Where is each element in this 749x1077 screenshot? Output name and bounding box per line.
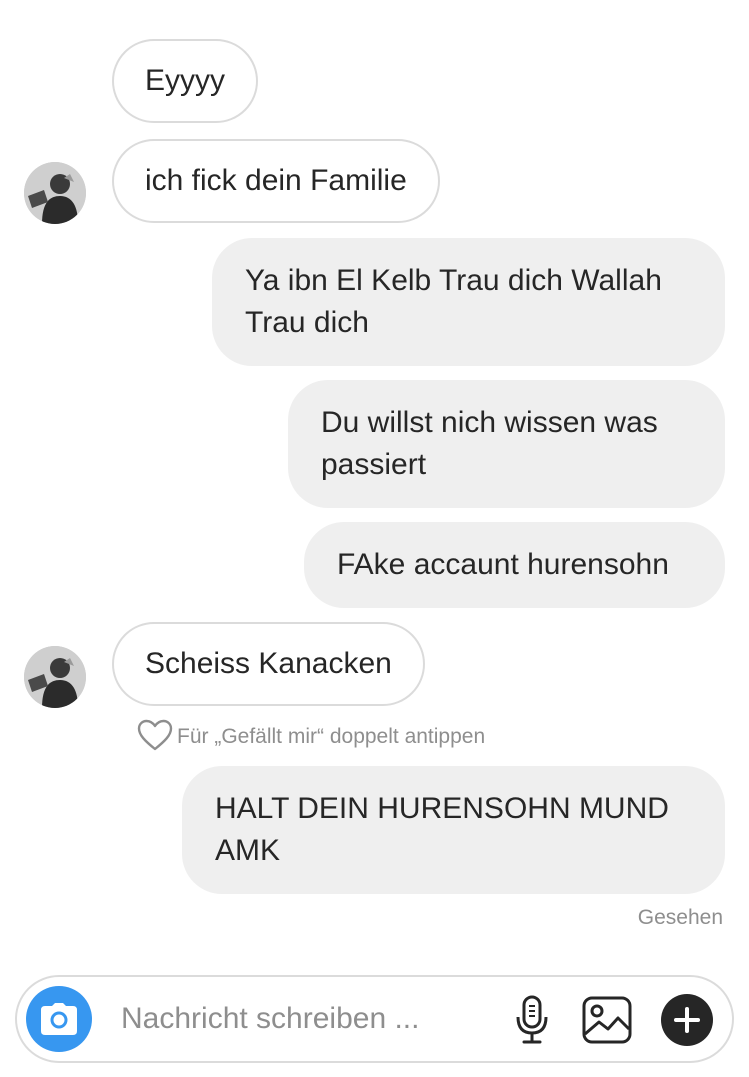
avatar-photo [24, 162, 86, 224]
seen-status: Gesehen [637, 906, 723, 929]
like-hint-text: Für „Gefällt mir“ doppelt antippen [177, 725, 486, 748]
avatar-photo [24, 646, 86, 708]
message-text: HALT DEIN HURENSOHN MUND AMK [215, 792, 669, 867]
contact-avatar[interactable] [24, 646, 86, 708]
message-input[interactable] [121, 995, 481, 1043]
message-text: ich fick dein Familie [145, 164, 407, 197]
message-text: Ya ibn El Kelb Trau dich Wallah Trau dic… [245, 264, 662, 339]
outgoing-message-bubble[interactable]: HALT DEIN HURENSOHN MUND AMK [182, 766, 725, 894]
message-text: Du willst nich wissen was passiert [321, 406, 658, 481]
contact-avatar[interactable] [24, 162, 86, 224]
outgoing-message-bubble[interactable]: FAke accaunt hurensohn [304, 522, 725, 608]
more-options-button[interactable] [661, 994, 713, 1046]
message-text: FAke accaunt hurensohn [337, 548, 669, 581]
heart-icon[interactable] [137, 719, 173, 756]
message-text: Scheiss Kanacken [145, 647, 392, 680]
incoming-message-bubble[interactable]: Eyyyy [112, 39, 259, 123]
incoming-message-bubble[interactable]: Scheiss Kanacken [112, 622, 425, 706]
outgoing-message-bubble[interactable]: Ya ibn El Kelb Trau dich Wallah Trau dic… [212, 238, 725, 366]
gallery-icon [582, 996, 632, 1044]
like-hint: Für „Gefällt mir“ doppelt antippen [137, 719, 486, 756]
outgoing-message-bubble[interactable]: Du willst nich wissen was passiert [288, 380, 725, 508]
message-text: Eyyyy [145, 64, 226, 97]
plus-icon [674, 1007, 700, 1033]
microphone-button[interactable] [507, 993, 557, 1047]
camera-icon [41, 1003, 77, 1035]
microphone-icon [516, 995, 548, 1044]
gallery-button[interactable] [579, 993, 635, 1047]
camera-button[interactable] [26, 986, 92, 1052]
incoming-message-bubble[interactable]: ich fick dein Familie [112, 139, 440, 223]
message-composer [15, 975, 734, 1063]
